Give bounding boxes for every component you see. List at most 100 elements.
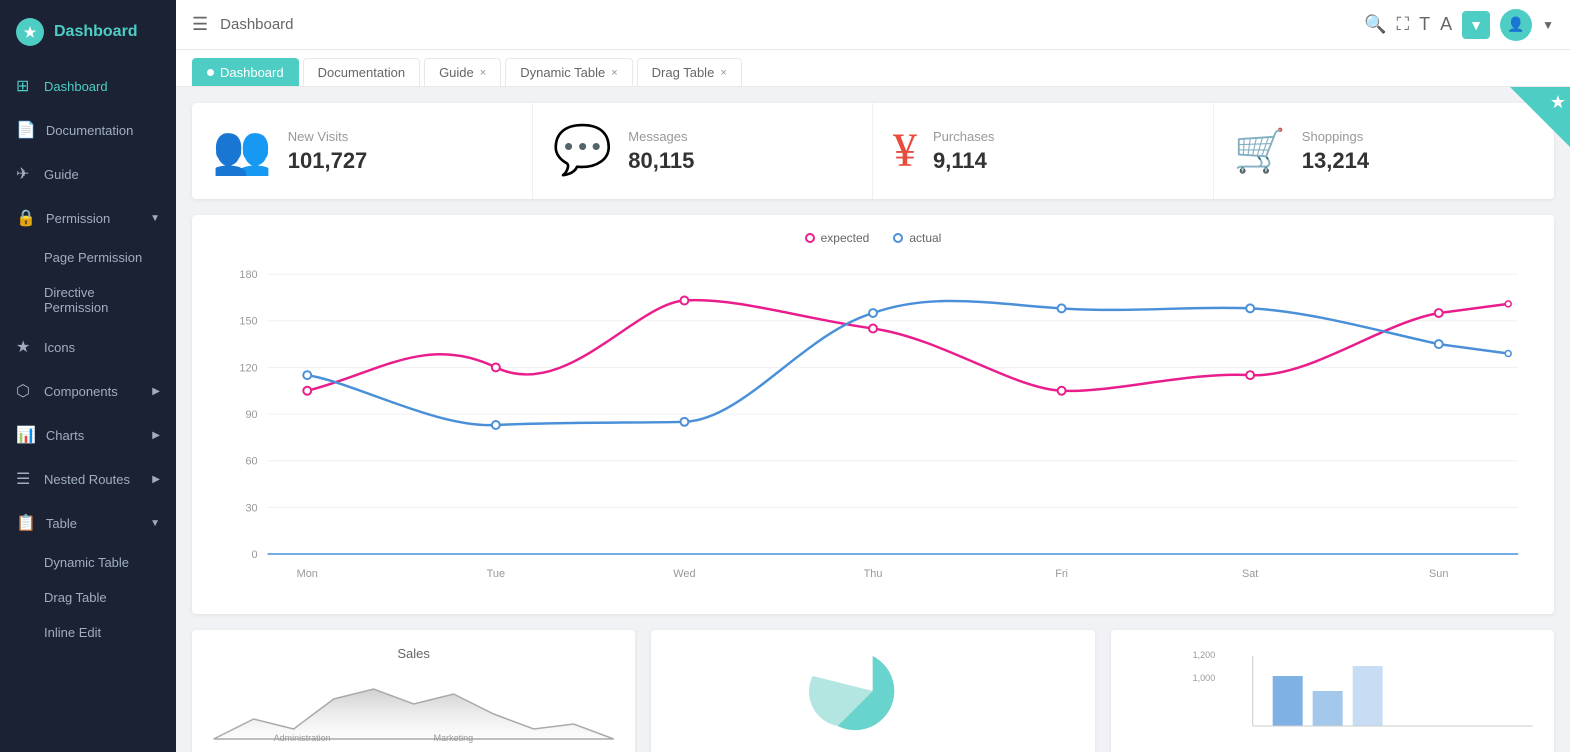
legend-actual-dot — [893, 233, 903, 243]
svg-text:Mon: Mon — [297, 568, 318, 580]
charts-arrow: ▶ — [152, 430, 160, 441]
svg-text:Marketing: Marketing — [434, 733, 474, 743]
shoppings-value: 13,214 — [1302, 148, 1534, 174]
table-arrow: ▼ — [150, 518, 160, 529]
svg-text:90: 90 — [245, 409, 257, 421]
tab-drag-table[interactable]: Drag Table × — [637, 58, 742, 86]
tabs-bar: Dashboard Documentation Guide × Dynamic … — [176, 50, 1570, 87]
sidebar-item-documentation[interactable]: 📄 Documentation — [0, 108, 176, 152]
bottom-chart-3: 1,200 1,000 — [1111, 630, 1554, 752]
nested-routes-icon: ☰ — [16, 469, 34, 489]
chart2-svg — [667, 646, 1078, 736]
purchases-value: 9,114 — [933, 148, 1193, 174]
fullscreen-icon[interactable]: ⛶ — [1396, 14, 1409, 35]
main-content: ☰ Dashboard 🔍 ⛶ T A ▼ 👤 ▼ Dashboard Docu… — [176, 0, 1570, 752]
search-icon[interactable]: 🔍 — [1364, 14, 1386, 35]
svg-text:1,000: 1,000 — [1192, 673, 1215, 683]
new-visits-icon: 👥 — [212, 127, 272, 175]
svg-text:180: 180 — [239, 269, 257, 281]
sidebar-item-icons[interactable]: ★ Icons — [0, 325, 176, 369]
tab-guide-label: Guide — [439, 65, 474, 80]
svg-text:Thu: Thu — [864, 568, 883, 580]
sidebar-item-dynamic-table[interactable]: Dynamic Table — [0, 545, 176, 580]
bottom-charts-row: Sales Administration Marketing — [192, 630, 1554, 752]
sidebar-item-inline-edit[interactable]: Inline Edit — [0, 615, 176, 650]
chart3-svg: 1,200 1,000 — [1127, 646, 1538, 736]
legend-actual-label: actual — [909, 231, 941, 245]
text-icon[interactable]: A — [1440, 14, 1452, 35]
sidebar-label-table: Table — [46, 516, 77, 531]
purchases-icon: ¥ — [893, 127, 917, 175]
sidebar-item-page-permission[interactable]: Page Permission — [0, 240, 176, 275]
sidebar-label-dashboard: Dashboard — [44, 79, 108, 94]
sidebar-label-nested-routes: Nested Routes — [44, 472, 130, 487]
sidebar-item-nested-routes[interactable]: ☰ Nested Routes ▶ — [0, 457, 176, 501]
svg-text:Tue: Tue — [487, 568, 505, 580]
table-icon: 📋 — [16, 513, 36, 533]
settings-icon[interactable]: ▼ — [1462, 11, 1490, 39]
svg-text:Sun: Sun — [1429, 568, 1448, 580]
font-icon[interactable]: T — [1419, 14, 1430, 35]
tab-guide[interactable]: Guide × — [424, 58, 501, 86]
sidebar-label-guide: Guide — [44, 167, 79, 182]
stat-card-new-visits: 👥 New Visits 101,727 — [192, 103, 533, 199]
sidebar-item-dashboard[interactable]: ⊞ Dashboard — [0, 64, 176, 108]
legend-expected: expected — [805, 231, 870, 245]
tab-dashboard[interactable]: Dashboard — [192, 58, 299, 86]
sidebar-item-charts[interactable]: 📊 Charts ▶ — [0, 413, 176, 457]
dynamic-table-label: Dynamic Table — [44, 555, 129, 570]
stat-card-shoppings: 🛒 Shoppings 13,214 — [1214, 103, 1555, 199]
purchases-info: Purchases 9,114 — [933, 129, 1193, 174]
sidebar-item-table[interactable]: 📋 Table ▼ — [0, 501, 176, 545]
tab-dynamic-table-label: Dynamic Table — [520, 65, 605, 80]
corner-icon: ★ — [1550, 92, 1566, 113]
stats-row: 👥 New Visits 101,727 💬 Messages 80,115 ¥… — [192, 103, 1554, 199]
svg-text:150: 150 — [239, 316, 257, 328]
sidebar-item-directive-permission[interactable]: Directive Permission — [0, 275, 176, 325]
sidebar-label-charts: Charts — [46, 428, 84, 443]
tab-documentation[interactable]: Documentation — [303, 58, 420, 86]
stat-card-messages: 💬 Messages 80,115 — [533, 103, 874, 199]
sidebar-item-drag-table[interactable]: Drag Table — [0, 580, 176, 615]
logo-icon: ★ — [16, 18, 44, 46]
avatar[interactable]: 👤 — [1500, 9, 1532, 41]
svg-text:60: 60 — [245, 456, 257, 468]
page-content: ★ 👥 New Visits 101,727 💬 Messages 80,115 — [176, 87, 1570, 752]
purchases-label: Purchases — [933, 129, 1193, 144]
sidebar-label-components: Components — [44, 384, 118, 399]
tab-dashboard-label: Dashboard — [220, 65, 284, 80]
tab-dynamic-table[interactable]: Dynamic Table × — [505, 58, 632, 86]
legend-expected-dot — [805, 233, 815, 243]
tab-drag-table-close[interactable]: × — [720, 67, 726, 79]
directive-permission-label: Directive Permission — [44, 285, 160, 315]
nested-routes-arrow: ▶ — [152, 474, 160, 485]
tab-drag-table-label: Drag Table — [652, 65, 715, 80]
sales-chart-svg: Administration Marketing — [208, 669, 619, 749]
sidebar-item-components[interactable]: ⬡ Components ▶ — [0, 369, 176, 413]
tab-guide-close[interactable]: × — [480, 67, 486, 79]
svg-text:Wed: Wed — [673, 568, 695, 580]
sidebar-logo[interactable]: ★ Dashboard — [0, 0, 176, 64]
line-chart-svg: 180 150 120 90 60 30 0 Mon Tue Wed Thu F… — [208, 253, 1538, 593]
shoppings-icon: 🛒 — [1234, 130, 1286, 172]
shoppings-info: Shoppings 13,214 — [1302, 129, 1534, 174]
messages-value: 80,115 — [628, 148, 852, 174]
messages-icon: 💬 — [553, 127, 613, 175]
sidebar-label-documentation: Documentation — [46, 123, 133, 138]
avatar-dropdown-arrow[interactable]: ▼ — [1542, 18, 1554, 32]
svg-text:120: 120 — [239, 362, 257, 374]
guide-icon: ✈ — [16, 164, 34, 184]
line-chart-section: expected actual 180 150 120 — [192, 215, 1554, 614]
documentation-icon: 📄 — [16, 120, 36, 140]
header-title: Dashboard — [220, 16, 1352, 33]
sidebar-logo-label: Dashboard — [54, 23, 138, 41]
tab-dynamic-table-close[interactable]: × — [611, 67, 617, 79]
hamburger-icon[interactable]: ☰ — [192, 14, 208, 35]
dashboard-icon: ⊞ — [16, 76, 34, 96]
icons-icon: ★ — [16, 337, 34, 357]
chart-legend: expected actual — [208, 231, 1538, 245]
sidebar-item-guide[interactable]: ✈ Guide — [0, 152, 176, 196]
legend-expected-label: expected — [821, 231, 870, 245]
svg-text:Administration: Administration — [274, 733, 331, 743]
sidebar-item-permission[interactable]: 🔒 Permission ▼ — [0, 196, 176, 240]
